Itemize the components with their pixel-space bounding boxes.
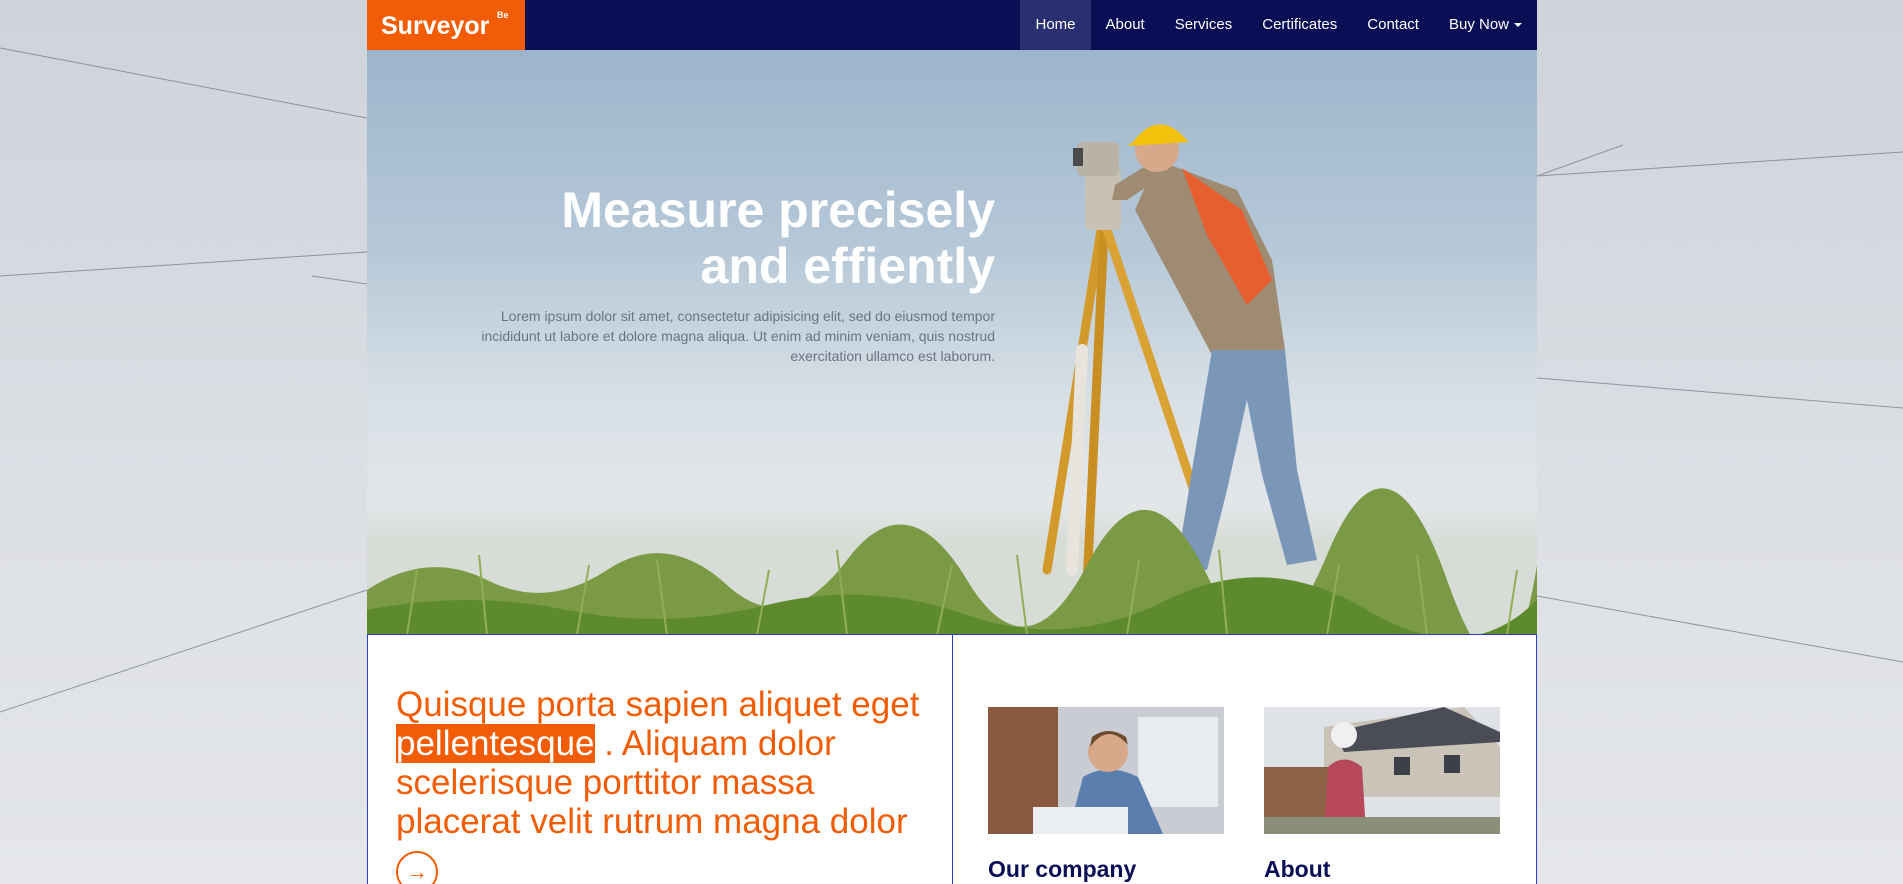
read-more-button[interactable]: → xyxy=(396,851,438,884)
card-our-company[interactable]: Our company xyxy=(988,707,1224,883)
brand-logo[interactable]: Surveyor Be xyxy=(367,0,525,50)
caret-down-icon xyxy=(1514,23,1522,28)
card-image-office xyxy=(988,707,1224,834)
arrow-right-icon: → xyxy=(406,859,428,884)
nav-label: About xyxy=(1105,16,1145,33)
card-image-house xyxy=(1264,707,1500,834)
nav-label: Home xyxy=(1035,16,1076,33)
nav-item-services[interactable]: Services xyxy=(1160,0,1248,50)
hero-title-line-2: and effiently xyxy=(700,238,995,294)
card-about[interactable]: About xyxy=(1264,707,1500,883)
nav-item-buy-now[interactable]: Buy Now xyxy=(1434,0,1537,50)
nav-item-about[interactable]: About xyxy=(1091,0,1160,50)
nav-label: Certificates xyxy=(1262,16,1338,33)
intro-highlight: pellentesque xyxy=(396,724,595,763)
hero-title: Measure precisely and effiently xyxy=(475,182,995,294)
nav-label: Contact xyxy=(1367,16,1419,33)
hero-title-line-1: Measure precisely xyxy=(561,182,995,238)
card-title: Our company xyxy=(988,856,1137,882)
page-container: Surveyor Be Home About Services Certific… xyxy=(367,0,1537,884)
column-divider xyxy=(952,635,953,884)
intro-quote: Quisque porta sapien aliquet eget pellen… xyxy=(396,685,941,841)
nav-item-certificates[interactable]: Certificates xyxy=(1247,0,1352,50)
content-section: Quisque porta sapien aliquet eget pellen… xyxy=(367,634,1537,884)
hero-text: Lorem ipsum dolor sit amet, consectetur … xyxy=(481,308,995,364)
intro-text-before: Quisque porta sapien aliquet eget xyxy=(396,685,920,724)
navbar: Surveyor Be Home About Services Certific… xyxy=(367,0,1537,50)
nav-label: Services xyxy=(1174,16,1233,33)
main-nav: Home About Services Certificates Contact… xyxy=(1020,0,1537,50)
nav-label: Buy Now xyxy=(1448,16,1509,33)
hero-banner: Measure precisely and effiently Lorem ip… xyxy=(367,50,1537,635)
brand-superscript: Be xyxy=(497,10,509,20)
nav-item-contact[interactable]: Contact xyxy=(1352,0,1434,50)
card-title: About xyxy=(1264,856,1331,882)
nav-item-home[interactable]: Home xyxy=(1020,0,1091,50)
brand-name: Surveyor xyxy=(381,12,490,40)
